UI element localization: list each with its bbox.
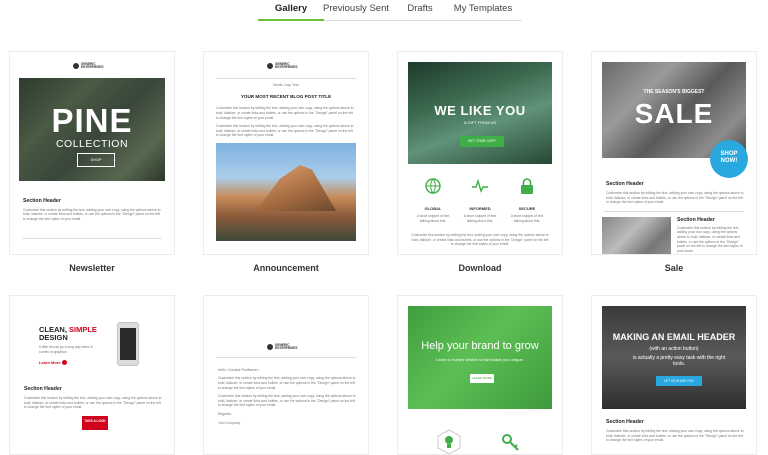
company-name: Your Company — [218, 420, 241, 425]
divider — [22, 237, 162, 239]
article-image — [602, 216, 671, 254]
active-tab-indicator — [258, 19, 324, 21]
template-label-sale: Sale — [664, 263, 684, 273]
post-body-2: Customize this section by editing the te… — [216, 124, 354, 138]
divider — [216, 77, 356, 79]
template-tabs: Gallery Previously Sent Drafts My Templa… — [0, 0, 768, 22]
lightbulb-icon — [437, 429, 461, 454]
section-header: Section Header — [606, 181, 644, 187]
tab-my-templates[interactable]: My Templates — [452, 3, 514, 14]
article-row: Section Header Customize this section by… — [602, 216, 746, 254]
letter-body-1: Customize this section by editing the te… — [218, 376, 356, 390]
hero-image-forest: PINE COLLECTION SHOP — [19, 77, 165, 181]
hero-text: is actually a pretty easy task with the … — [632, 355, 726, 367]
shop-now-badge[interactable]: SHOP NOW! — [710, 140, 748, 178]
logo-mark-icon — [73, 63, 79, 70]
pulse-icon — [472, 178, 488, 193]
letter-body-2: Customize this section by editing the te… — [218, 394, 356, 408]
section-header: Section Header — [606, 419, 644, 425]
feature-row: GLOBAL A short snippet of text talking a… — [414, 177, 546, 223]
section-body-text: Customize this section by editing the te… — [606, 191, 744, 205]
post-date: Month, Day, Year — [273, 82, 299, 87]
phone-image — [117, 322, 139, 366]
learn-more-link[interactable]: Learn More — [39, 360, 67, 366]
template-card-email-header[interactable]: MAKING AN EMAIL HEADER (with an action b… — [591, 295, 757, 455]
template-card-newsletter[interactable]: GENERIC ENTERPRISES PINE COLLECTION SHOP… — [9, 51, 175, 255]
hero-title: Help your brand to grow — [421, 340, 539, 352]
divider — [216, 356, 356, 358]
template-label-download: Download — [458, 263, 502, 273]
hero-image-mountain — [216, 142, 356, 241]
hero-area: CLEAN, SIMPLE DESIGN A little bit can go… — [10, 296, 174, 374]
greeting: Hello <Contact FirstName>, — [218, 367, 260, 372]
learn-more-button[interactable]: LEARN MORE — [470, 374, 494, 383]
hero-image-stairs: MAKING AN EMAIL HEADER (with an action b… — [602, 306, 746, 409]
hero-title: SALE — [634, 98, 714, 129]
hero-small-title: THE SEASON'S BIGGEST — [643, 89, 705, 95]
logo-mark-icon — [267, 63, 273, 70]
feature-global: GLOBAL A short snippet of text talking a… — [414, 177, 452, 223]
section-header: Section Header — [23, 197, 61, 204]
template-label-announcement: Announcement — [253, 263, 319, 273]
company-logo: GENERIC ENTERPRISES — [204, 343, 368, 351]
phone-screen — [120, 328, 136, 360]
template-card-sale[interactable]: THE SEASON'S BIGGEST SALE SHOP NOW! Sect… — [591, 51, 757, 255]
key-icon — [502, 434, 519, 451]
template-card-brand-grow[interactable]: Help your brand to grow Learn to nurture… — [397, 295, 563, 455]
template-card-announcement[interactable]: GENERIC ENTERPRISES Month, Day, Year YOU… — [203, 51, 369, 255]
take-a-look-button[interactable]: TAKE A LOOK — [82, 415, 108, 430]
hero-subtitle: (with an action button) — [649, 346, 699, 352]
lock-icon — [521, 178, 533, 194]
template-card-download[interactable]: WE LIKE YOU A GIFT FROM US GET YOUR COPY… — [397, 51, 563, 255]
hero-title: MAKING AN EMAIL HEADER — [612, 332, 736, 342]
section-body-text: Customize this section by editing the te… — [606, 429, 744, 443]
logo-mark-icon — [267, 344, 273, 351]
let-us-show-you-button[interactable]: LET US SHOW YOU — [656, 376, 702, 386]
tab-previously-sent[interactable]: Previously Sent — [322, 3, 390, 14]
hero-title: PINE — [51, 101, 133, 139]
template-card-clean-simple[interactable]: CLEAN, SIMPLE DESIGN A little bit can go… — [9, 295, 175, 455]
post-title: YOUR MOST RECENT BLOG POST TITLE — [240, 94, 332, 100]
article-header: Section Header — [677, 216, 715, 223]
hero-shop-button[interactable]: SHOP — [77, 152, 115, 167]
hero-subtitle: A little bit can go a long way when it c… — [39, 345, 93, 354]
hero-title: CLEAN, SIMPLE DESIGN — [39, 325, 97, 342]
icon-row — [418, 429, 542, 454]
tab-drafts[interactable]: Drafts — [402, 3, 438, 14]
mountain-shape — [256, 164, 336, 211]
company-logo: GENERIC ENTERPRISES — [10, 62, 174, 70]
post-body-1: Customize this section by editing the te… — [216, 106, 354, 120]
template-label-newsletter: Newsletter — [69, 263, 115, 273]
hero-image-forest-river: WE LIKE YOU A GIFT FROM US GET YOUR COPY — [408, 62, 552, 164]
arrow-icon — [61, 360, 67, 366]
tab-gallery[interactable]: Gallery — [262, 3, 320, 14]
get-your-copy-button[interactable]: GET YOUR COPY — [460, 136, 504, 147]
company-logo: GENERIC ENTERPRISES — [204, 62, 368, 70]
hero-subtitle: Learn to nurture what it is that makes y… — [436, 357, 524, 362]
article-text: Customize this section by editing the te… — [677, 225, 743, 253]
hero-subtitle: COLLECTION — [55, 137, 129, 150]
hero-green-leaves: Help your brand to grow Learn to nurture… — [408, 306, 552, 409]
hero-subtitle: A GIFT FROM US — [463, 120, 497, 125]
section-body-text: Customize this section by editing the te… — [411, 233, 549, 247]
hero-title: WE LIKE YOU — [434, 103, 526, 118]
section-body-text: Customize this section by editing the te… — [24, 396, 162, 410]
globe-icon — [425, 178, 441, 194]
divider — [604, 210, 744, 212]
feature-informed: INFORMED A short snippet of text talking… — [461, 177, 499, 223]
section-header: Section Header — [24, 386, 62, 392]
feature-secure: SECURE A short snippet of text talking a… — [508, 177, 546, 223]
template-card-letter[interactable]: GENERIC ENTERPRISES Hello <Contact First… — [203, 295, 369, 455]
section-body-text: Customize this section by editing the te… — [23, 207, 161, 221]
signoff: Regards, — [218, 411, 232, 416]
